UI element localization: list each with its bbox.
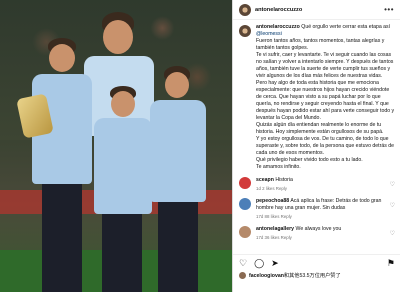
more-icon[interactable]: •••: [384, 5, 394, 14]
caption-line: Qué privilegio haber vivido todo esto a …: [256, 157, 363, 163]
comment-body: sceapn Historia 1d 2 likes Reply: [256, 177, 386, 192]
commenter-avatar[interactable]: [239, 226, 251, 238]
caption-line: Te vi sufrir, caer y levantarte. Te vi s…: [256, 52, 394, 79]
heart-icon[interactable]: ♡: [390, 230, 395, 237]
post-header: antonelaroccuzzo •••: [233, 0, 400, 20]
share-icon[interactable]: ➤: [271, 258, 279, 269]
comment-username[interactable]: pepeochoa88: [256, 198, 289, 204]
likes-summary[interactable]: faceloogiovan 和其他53.5万位用户赞了: [239, 272, 395, 279]
heart-icon[interactable]: ♡: [390, 202, 395, 209]
comment-meta: 17d 36 likes Reply: [256, 235, 292, 240]
commenter-avatar[interactable]: [239, 198, 251, 210]
likes-text: 和其他53.5万位用户赞了: [283, 273, 341, 279]
comment-body: pepeochoa88 Acá aplica la frase: Detrás …: [256, 198, 386, 220]
caption-line: Fueron tantos años, tantos momentos, tan…: [256, 38, 385, 51]
post-username[interactable]: antonelaroccuzzo: [255, 7, 302, 13]
liker-avatar: [239, 272, 246, 279]
action-bar: ♡ ◯ ➤ ⚑ faceloogiovan 和其他53.5万位用户赞了: [233, 254, 400, 292]
comment-username[interactable]: sceapn: [256, 177, 274, 183]
caption-username[interactable]: antonelaroccuzzo: [256, 24, 300, 30]
comment: pepeochoa88 Acá aplica la frase: Detrás …: [239, 198, 395, 220]
comment-icon[interactable]: ◯: [254, 258, 264, 269]
comment-text: Historia: [275, 177, 293, 183]
comment-text: We always love you: [295, 226, 342, 232]
caption-line: Qué orgullo verte cerrar esta etapa así: [301, 24, 391, 30]
liker-username[interactable]: faceloogiovan: [249, 273, 284, 279]
post-caption: antonelaroccuzzo Qué orgullo verte cerra…: [239, 24, 395, 171]
comment: antonelagallery We always love you 17d 3…: [239, 226, 395, 241]
bookmark-icon[interactable]: ⚑: [387, 258, 395, 269]
heart-icon[interactable]: ♡: [239, 258, 247, 269]
child-figure-right: [148, 66, 208, 292]
comment-meta: 1d 2 likes Reply: [256, 186, 287, 191]
action-icons: ♡ ◯ ➤ ⚑: [239, 258, 395, 269]
caption-mention[interactable]: @leomessi: [256, 31, 282, 37]
commenter-avatar[interactable]: [239, 177, 251, 189]
heart-icon[interactable]: ♡: [390, 181, 395, 188]
comment-body: antonelagallery We always love you 17d 3…: [256, 226, 386, 241]
avatar[interactable]: [239, 3, 251, 16]
caption-line: Quizás algún día entiendan realmente lo …: [256, 122, 384, 135]
comment: sceapn Historia 1d 2 likes Reply ♡: [239, 177, 395, 192]
child-figure-left: [30, 38, 94, 292]
caption-avatar[interactable]: [239, 25, 251, 37]
post-panel: antonelaroccuzzo ••• antonelaroccuzzo Qu…: [232, 0, 400, 292]
comment-meta: 17d 88 likes Reply: [256, 214, 292, 219]
post-photo: [0, 0, 232, 292]
caption-text: antonelaroccuzzo Qué orgullo verte cerra…: [256, 24, 395, 171]
caption-line: Pero hay algo de toda esta historia que …: [256, 80, 395, 121]
comments-scroll[interactable]: antonelaroccuzzo Qué orgullo verte cerra…: [233, 20, 400, 272]
comment-username[interactable]: antonelagallery: [256, 226, 294, 232]
caption-line: Y yo estoy orgullosa de vos. De tu camin…: [256, 136, 395, 156]
child-figure-middle: [92, 86, 154, 292]
caption-line: Te amamos infinito.: [256, 164, 301, 170]
